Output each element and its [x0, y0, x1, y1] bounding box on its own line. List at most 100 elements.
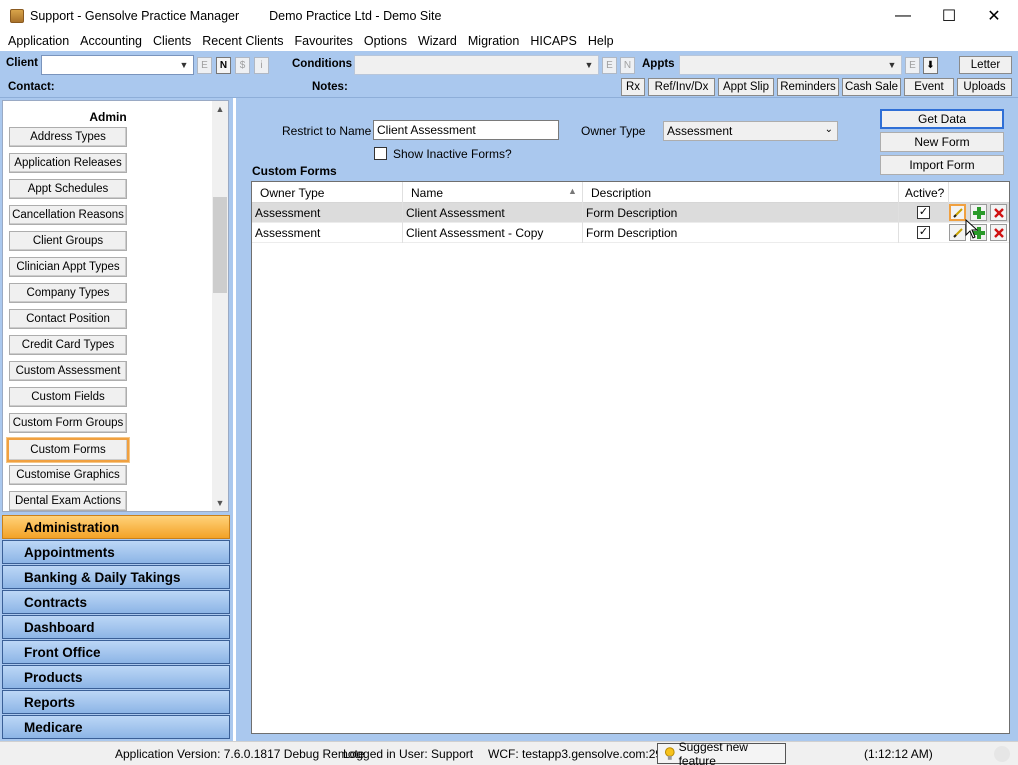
mouse-cursor-icon — [965, 218, 979, 242]
owner-type-select[interactable]: Assessment ⌄ — [663, 121, 838, 141]
table-row[interactable]: Assessment Client Assessment Form Descri… — [252, 203, 1009, 223]
edit-icon[interactable] — [949, 224, 966, 241]
admin-item-application-releases[interactable]: Application Releases — [9, 153, 127, 173]
get-data-button[interactable]: Get Data — [880, 109, 1004, 129]
client-combo[interactable]: ▼ — [41, 55, 194, 75]
active-checkbox[interactable]: ✓ — [917, 206, 930, 219]
nav-dashboard[interactable]: Dashboard — [2, 615, 230, 639]
scrollbar-thumb[interactable] — [213, 197, 227, 293]
conditions-label: Conditions — [292, 58, 353, 70]
menu-options[interactable]: Options — [360, 34, 411, 48]
admin-item-contact-position[interactable]: Contact Position — [9, 309, 127, 329]
nav-banking-daily-takings[interactable]: Banking & Daily Takings — [2, 565, 230, 589]
import-form-button[interactable]: Import Form — [880, 155, 1004, 175]
letter-button[interactable]: Letter — [959, 56, 1012, 74]
cell-name: Client Assessment - Copy — [403, 223, 583, 243]
admin-item-custom-assessment[interactable]: Custom Assessment — [9, 361, 127, 381]
menu-help[interactable]: Help — [584, 34, 618, 48]
admin-item-appt-schedules[interactable]: Appt Schedules — [9, 179, 127, 199]
nav-contracts[interactable]: Contracts — [2, 590, 230, 614]
notes-label: Notes: — [312, 81, 348, 93]
nav-medicare[interactable]: Medicare — [2, 715, 230, 739]
left-panel: Admin Address Types Application Releases… — [0, 98, 233, 741]
edit-icon[interactable] — [949, 204, 966, 221]
uploads-button[interactable]: Uploads — [957, 78, 1012, 96]
chevron-down-icon[interactable]: ▼ — [212, 495, 228, 511]
delete-icon[interactable] — [990, 204, 1007, 221]
conditions-combo[interactable]: ▼ — [354, 55, 599, 75]
conditions-edit-button[interactable]: E — [602, 57, 617, 74]
admin-item-company-types[interactable]: Company Types — [9, 283, 127, 303]
admin-scrollbar[interactable]: ▲ ▼ — [212, 101, 228, 511]
chevron-down-icon[interactable]: ▼ — [582, 58, 596, 72]
nav-products[interactable]: Products — [2, 665, 230, 689]
rx-button[interactable]: Rx — [621, 78, 645, 96]
chevron-up-icon[interactable]: ▲ — [212, 101, 228, 117]
appts-edit-button[interactable]: E — [905, 57, 920, 74]
cash-sale-button[interactable]: Cash Sale — [842, 78, 901, 96]
custom-forms-title: Custom Forms — [252, 164, 337, 178]
admin-item-custom-forms[interactable]: Custom Forms — [6, 437, 130, 463]
appt-slip-button[interactable]: Appt Slip — [718, 78, 774, 96]
download-icon[interactable]: ⬇ — [923, 57, 938, 74]
menu-accounting[interactable]: Accounting — [76, 34, 146, 48]
resize-grip-icon[interactable] — [994, 746, 1010, 762]
event-button[interactable]: Event — [904, 78, 954, 96]
client-label: Client — [6, 57, 38, 69]
show-inactive-checkbox[interactable] — [374, 147, 387, 160]
cell-name: Client Assessment — [403, 203, 583, 223]
nav-administration[interactable]: Administration — [2, 515, 230, 539]
chevron-down-icon[interactable]: ▼ — [177, 58, 191, 72]
menu-recent-clients[interactable]: Recent Clients — [198, 34, 287, 48]
appts-combo[interactable]: ▼ — [679, 55, 902, 75]
conditions-new-button[interactable]: N — [620, 57, 635, 74]
admin-item-custom-form-groups[interactable]: Custom Form Groups — [9, 413, 127, 433]
admin-item-address-types[interactable]: Address Types — [9, 127, 127, 147]
nav-reports[interactable]: Reports — [2, 690, 230, 714]
new-form-button[interactable]: New Form — [880, 132, 1004, 152]
suggest-feature-button[interactable]: Suggest new feature — [657, 739, 786, 765]
admin-item-customise-graphics[interactable]: Customise Graphics — [9, 465, 127, 485]
column-owner-type[interactable]: Owner Type — [252, 182, 403, 203]
admin-item-client-groups[interactable]: Client Groups — [9, 231, 127, 251]
owner-type-label: Owner Type — [581, 124, 646, 138]
nav-appointments[interactable]: Appointments — [2, 540, 230, 564]
menu-wizard[interactable]: Wizard — [414, 34, 461, 48]
chevron-down-icon[interactable]: ⌄ — [825, 124, 833, 135]
client-new-button[interactable]: N — [216, 57, 231, 74]
menu-migration[interactable]: Migration — [464, 34, 523, 48]
admin-item-dental-exam-actions[interactable]: Dental Exam Actions — [9, 491, 127, 511]
nav-front-office[interactable]: Front Office — [2, 640, 230, 664]
app-version: Application Version: 7.6.0.1817 Debug Re… — [115, 747, 365, 761]
client-edit-button[interactable]: E — [197, 57, 212, 74]
maximize-button[interactable]: ☐ — [926, 0, 972, 31]
show-inactive-label: Show Inactive Forms? — [393, 147, 512, 161]
reminders-button[interactable]: Reminders — [777, 78, 839, 96]
menu-hicaps[interactable]: HICAPS — [526, 34, 581, 48]
admin-item-custom-fields[interactable]: Custom Fields — [9, 387, 127, 407]
restrict-to-name-input[interactable]: Client Assessment — [373, 120, 559, 140]
ref-inv-dx-button[interactable]: Ref/Inv/Dx — [648, 78, 715, 96]
client-info-button[interactable]: i — [254, 57, 269, 74]
column-active[interactable]: Active? — [899, 182, 949, 203]
app-icon — [10, 8, 24, 23]
menu-clients[interactable]: Clients — [149, 34, 195, 48]
close-button[interactable]: ✕ — [971, 0, 1017, 31]
client-account-button[interactable]: $ — [235, 57, 250, 74]
menu-application[interactable]: Application — [4, 34, 73, 48]
grid-header: Owner Type Name ▲ Description Active? — [252, 182, 1009, 203]
suggest-feature-label: Suggest new feature — [678, 739, 748, 765]
window-site: Demo Practice Ltd - Demo Site — [269, 8, 442, 23]
active-checkbox[interactable]: ✓ — [917, 226, 930, 239]
chevron-down-icon[interactable]: ▼ — [885, 58, 899, 72]
admin-item-cancellation-reasons[interactable]: Cancellation Reasons — [9, 205, 127, 225]
column-name[interactable]: Name — [403, 182, 583, 203]
menu-favourites[interactable]: Favourites — [291, 34, 357, 48]
client-toolbar: Client ▼ E N $ i Conditions ▼ E N Appts … — [0, 51, 1018, 98]
admin-item-credit-card-types[interactable]: Credit Card Types — [9, 335, 127, 355]
minimize-button[interactable]: — — [880, 0, 926, 31]
admin-item-clinician-appt-types[interactable]: Clinician Appt Types — [9, 257, 127, 277]
table-row[interactable]: Assessment Client Assessment - Copy Form… — [252, 223, 1009, 243]
column-description[interactable]: Description — [583, 182, 899, 203]
delete-icon[interactable] — [990, 224, 1007, 241]
